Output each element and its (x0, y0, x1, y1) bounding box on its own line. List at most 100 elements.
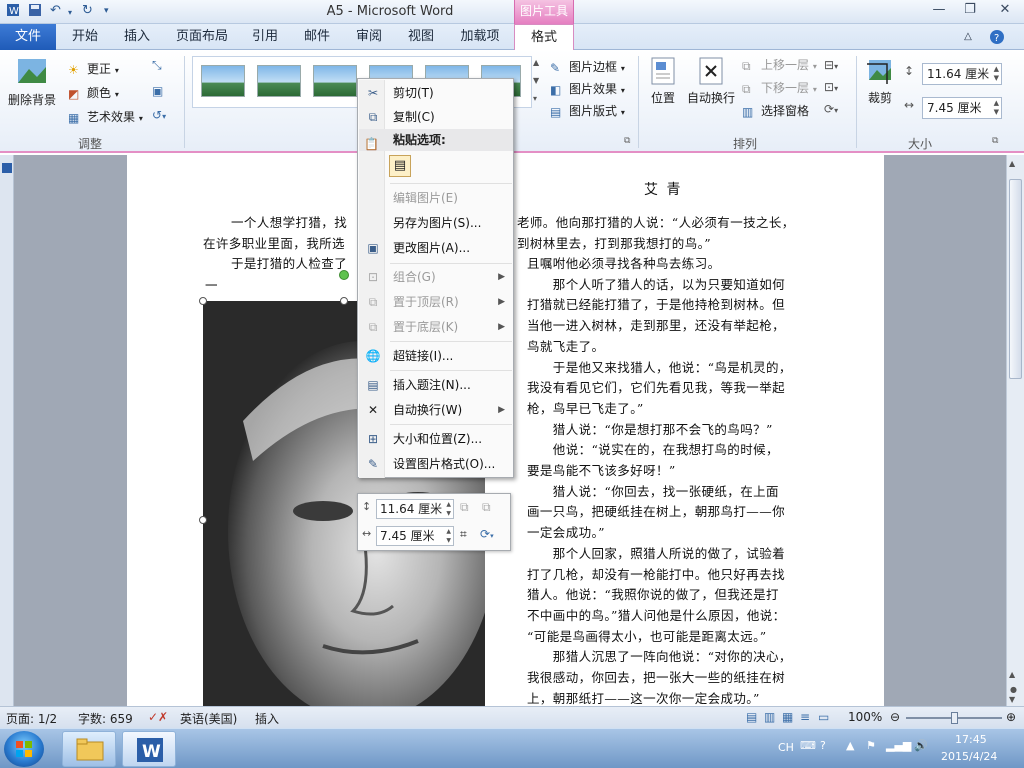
insert-mode[interactable]: 插入 (255, 710, 279, 727)
wrap-text-button[interactable]: 自动换行 (686, 56, 736, 106)
menu-item-hyperlink[interactable]: 🌐 超链接(I)... (359, 344, 513, 368)
print-layout-icon[interactable]: ▤ (746, 710, 757, 724)
help-icon[interactable]: ? (984, 24, 1010, 50)
zoom-slider-thumb[interactable] (951, 712, 958, 724)
rotate-icon[interactable]: ⟳▾ (824, 102, 838, 116)
start-button[interactable] (4, 731, 44, 767)
corrections-button[interactable]: ☀ 更正 ▾ (68, 60, 119, 77)
width-spinner-icon[interactable]: ▲ ▼ (994, 99, 999, 117)
browse-object-icon[interactable]: ● (1010, 685, 1017, 694)
height-spinner-icon[interactable]: ▲ ▼ (446, 500, 451, 518)
position-button[interactable]: 位置 (646, 56, 680, 106)
clock-date[interactable]: 2015/4/24 (941, 750, 997, 763)
rotation-handle[interactable] (339, 270, 349, 280)
outline-icon[interactable]: ≡ (800, 710, 810, 724)
shape-height-input[interactable]: 11.64 厘米 ▲ ▼ (922, 63, 1002, 85)
gallery-scroll-up-icon[interactable]: ▲ (533, 58, 539, 67)
clock-time[interactable]: 17:45 (955, 733, 987, 746)
tab-page-layout[interactable]: 页面布局 (166, 24, 238, 50)
proofing-icon[interactable]: ✓✗ (148, 710, 168, 724)
group-objects-icon[interactable]: ⊡▾ (824, 80, 838, 94)
picture-styles-dialog-launcher-icon[interactable]: ⧉ (624, 136, 630, 146)
menu-item-cut[interactable]: ✂ 剪切(T) (359, 81, 513, 105)
picture-style-thumb[interactable] (313, 65, 357, 97)
page-count[interactable]: 页面: 1/2 (6, 710, 57, 727)
gallery-scroll-down-icon[interactable]: ▼ (533, 76, 539, 85)
selection-pane-button[interactable]: ▥ 选择窗格 (742, 102, 809, 119)
menu-item-change-picture[interactable]: ▣ 更改图片(A)... (359, 236, 513, 260)
mini-width-input[interactable]: 7.45 厘米 ▲ ▼ (376, 526, 454, 546)
menu-item-wrap-text[interactable]: ✕ 自动换行(W) ▶ (359, 398, 513, 422)
menu-item-save-as-picture[interactable]: 另存为图片(S)... (359, 211, 513, 235)
color-button[interactable]: ◩ 颜色 ▾ (68, 84, 119, 101)
gallery-more-icon[interactable]: ▾ (533, 94, 537, 103)
scroll-up-icon[interactable]: ▲ (1009, 159, 1015, 168)
resize-handle[interactable] (199, 516, 207, 524)
vertical-scrollbar[interactable]: ▲ ▲ ● ▼ (1006, 155, 1024, 706)
next-page-icon[interactable]: ▼ (1009, 695, 1015, 704)
menu-item-group[interactable]: ⊡ 组合(G) ▶ (359, 265, 513, 289)
zoom-level[interactable]: 100% (848, 710, 882, 724)
change-picture-icon[interactable]: ▣ (152, 84, 163, 98)
menu-item-size-and-position[interactable]: ⊞ 大小和位置(Z)... (359, 427, 513, 451)
help-tray-icon[interactable]: ? (820, 739, 826, 752)
crop-button[interactable]: 裁剪 (862, 56, 898, 106)
input-language[interactable]: CH (778, 741, 794, 754)
language-indicator[interactable]: 英语(美国) (180, 710, 237, 727)
send-backward-icon[interactable]: ⧉ (482, 500, 491, 515)
tab-insert[interactable]: 插入 (114, 24, 160, 50)
width-spinner-icon[interactable]: ▲ ▼ (446, 527, 451, 545)
restore-button[interactable]: ❐ (957, 2, 983, 20)
scroll-thumb[interactable] (1009, 179, 1022, 379)
tab-references[interactable]: 引用 (244, 24, 286, 50)
bring-forward-icon[interactable]: ⧉ (460, 500, 469, 515)
show-hidden-icons-icon[interactable]: ▲ (846, 739, 854, 752)
menu-item-edit-picture[interactable]: 编辑图片(E) (359, 186, 513, 210)
keyboard-icon[interactable]: ⌨ (800, 739, 816, 752)
tab-view[interactable]: 视图 (400, 24, 442, 50)
menu-item-send-to-back[interactable]: ⧉ 置于底层(K) ▶ (359, 315, 513, 339)
word-count[interactable]: 字数: 659 (78, 710, 133, 727)
menu-item-format-picture[interactable]: ✎ 设置图片格式(O)... (359, 452, 513, 476)
send-backward-button[interactable]: ⧉ 下移一层 ▾ (742, 79, 817, 96)
tab-review[interactable]: 审阅 (348, 24, 390, 50)
tab-mailings[interactable]: 邮件 (296, 24, 338, 50)
height-spinner-icon[interactable]: ▲ ▼ (994, 65, 999, 83)
picture-layout-button[interactable]: ▤ 图片版式 ▾ (550, 102, 625, 119)
ribbon-collapse-icon[interactable]: △ (958, 24, 978, 50)
artistic-effects-button[interactable]: ▦ 艺术效果 ▾ (68, 108, 143, 125)
mini-height-input[interactable]: 11.64 厘米 ▲ ▼ (376, 499, 454, 519)
picture-border-button[interactable]: ✎ 图片边框 ▾ (550, 58, 625, 75)
remove-background-button[interactable]: 删除背景 (6, 56, 58, 108)
tab-home[interactable]: 开始 (62, 24, 108, 50)
reset-picture-icon[interactable]: ↺▾ (152, 108, 166, 122)
tab-format[interactable]: 格式 (514, 24, 574, 51)
network-icon[interactable]: ▂▄▆ (886, 739, 911, 752)
volume-icon[interactable]: 🔊 (914, 739, 928, 752)
full-screen-reading-icon[interactable]: ▥ (764, 710, 775, 724)
zoom-out-icon[interactable]: ⊖ (890, 710, 900, 724)
crop-icon[interactable]: ⌗ (460, 527, 467, 542)
tab-file[interactable]: 文件 (0, 24, 56, 50)
minimize-button[interactable]: — (926, 2, 952, 20)
previous-page-icon[interactable]: ▲ (1009, 670, 1015, 679)
web-layout-icon[interactable]: ▦ (782, 710, 793, 724)
taskbar-word[interactable]: W (122, 731, 176, 767)
taskbar-explorer[interactable] (62, 731, 116, 767)
zoom-in-icon[interactable]: ⊕ (1006, 710, 1016, 724)
close-button[interactable]: ✕ (992, 2, 1018, 20)
rotate-icon[interactable]: ⟳▾ (480, 527, 494, 541)
menu-item-insert-caption[interactable]: ▤ 插入题注(N)... (359, 373, 513, 397)
size-dialog-launcher-icon[interactable]: ⧉ (992, 136, 998, 146)
tab-add-ins[interactable]: 加载项 (452, 24, 508, 50)
paste-keep-picture-button[interactable]: ▤ (389, 155, 411, 177)
action-center-icon[interactable]: ⚑ (866, 739, 876, 752)
compress-pictures-icon[interactable]: ⤡ (152, 58, 162, 73)
bring-forward-button[interactable]: ⧉ 上移一层 ▾ (742, 56, 817, 73)
menu-item-copy[interactable]: ⧉ 复制(C) (359, 105, 513, 129)
picture-effects-button[interactable]: ◧ 图片效果 ▾ (550, 80, 625, 97)
resize-handle[interactable] (340, 297, 348, 305)
menu-item-bring-to-front[interactable]: ⧉ 置于顶层(R) ▶ (359, 290, 513, 314)
shape-width-input[interactable]: 7.45 厘米 ▲ ▼ (922, 97, 1002, 119)
draft-icon[interactable]: ▭ (818, 710, 829, 724)
